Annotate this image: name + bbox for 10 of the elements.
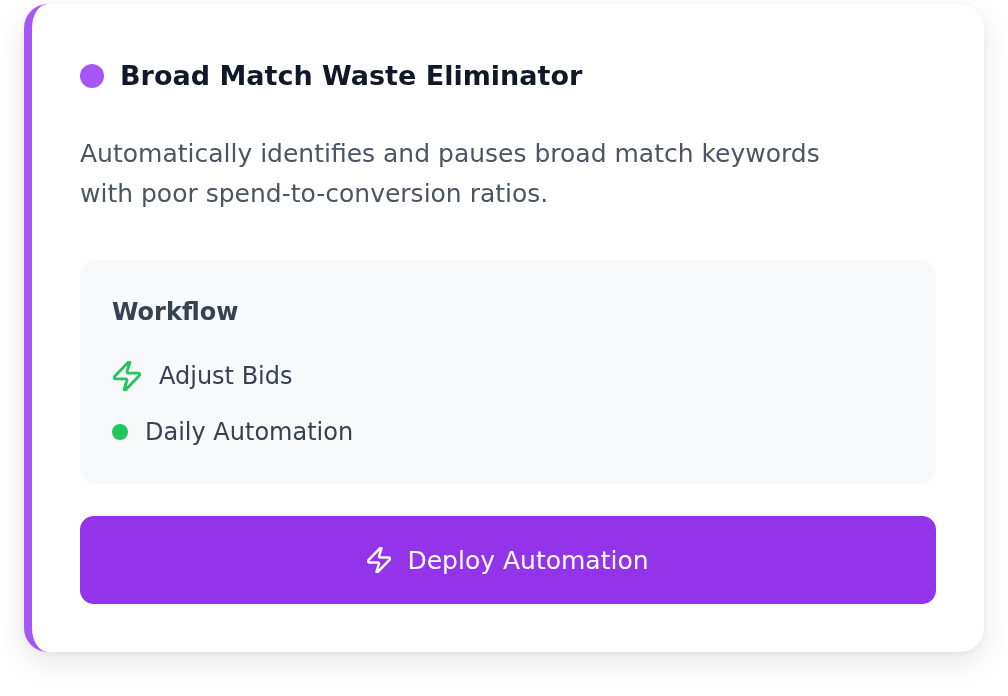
card-title: Broad Match Waste Eliminator bbox=[120, 59, 583, 93]
card-description: Automatically identifies and pauses broad match keywords with poor spend-to-conversion ratios. bbox=[80, 138, 821, 210]
deploy-button[interactable]: Deploy Automation bbox=[80, 516, 936, 604]
lightning-icon bbox=[367, 547, 392, 573]
workflow-step-label: Adjust Bids bbox=[159, 361, 293, 392]
lightning-icon bbox=[113, 361, 141, 391]
dot-icon bbox=[112, 424, 128, 440]
workflow-step-label: Daily Automation bbox=[145, 417, 354, 448]
workflow-heading: Workflow bbox=[112, 297, 240, 328]
dot-icon bbox=[80, 64, 104, 88]
